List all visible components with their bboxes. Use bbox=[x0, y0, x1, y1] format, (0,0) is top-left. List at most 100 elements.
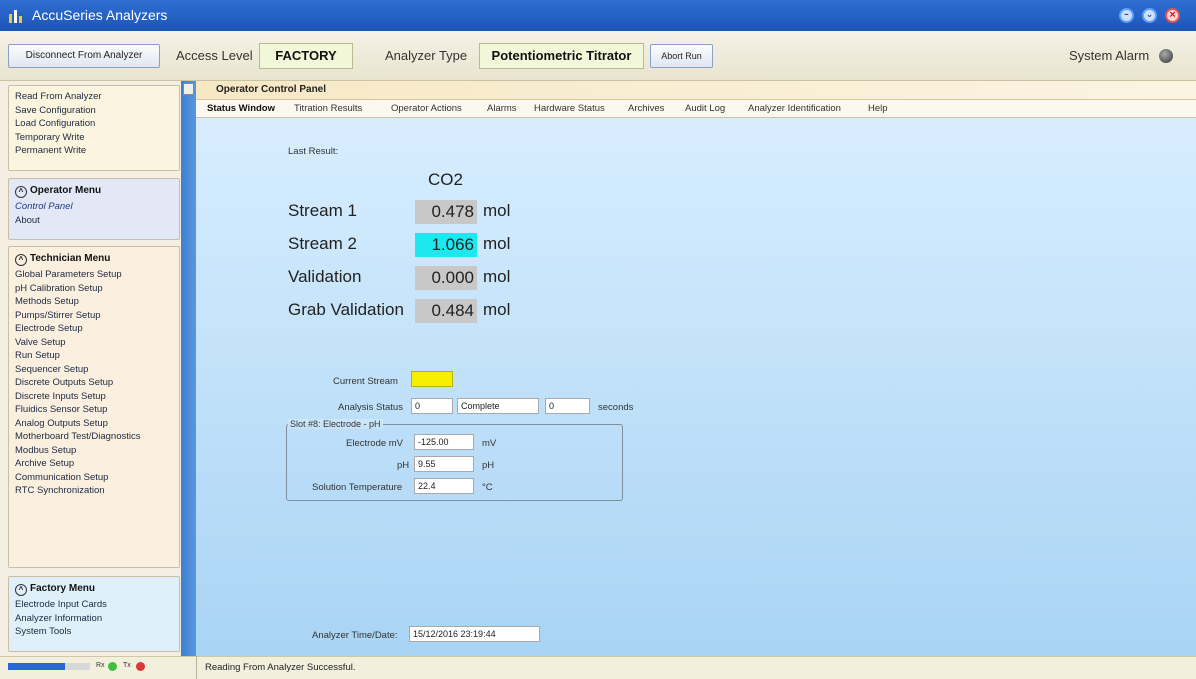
tab-audit-log[interactable]: Audit Log bbox=[685, 103, 725, 114]
rx-label: Rx bbox=[96, 662, 105, 669]
sidebar-item-pumps-stirrer-setup[interactable]: Pumps/Stirrer Setup bbox=[15, 309, 173, 323]
sidebar-item-global-parameters-setup[interactable]: Global Parameters Setup bbox=[15, 268, 173, 282]
sidebar-item-analyzer-information[interactable]: Analyzer Information bbox=[15, 612, 173, 626]
sidebar-item-modbus-setup[interactable]: Modbus Setup bbox=[15, 444, 173, 458]
tab-status-window[interactable]: Status Window bbox=[207, 103, 275, 114]
main-content bbox=[196, 81, 1196, 656]
tab-help[interactable]: Help bbox=[868, 103, 888, 114]
result-unit: mol bbox=[483, 267, 511, 286]
sidebar-item-archive-setup[interactable]: Archive Setup bbox=[15, 457, 173, 471]
sidebar-item-sequencer-setup[interactable]: Sequencer Setup bbox=[15, 363, 173, 377]
disconnect-button[interactable]: Disconnect From Analyzer bbox=[8, 44, 160, 68]
sidebar-item-control-panel[interactable]: Control Panel bbox=[15, 200, 173, 214]
access-level-value: FACTORY bbox=[259, 43, 353, 69]
tx-label: Tx bbox=[123, 662, 131, 669]
tab-operator-actions[interactable]: Operator Actions bbox=[391, 103, 462, 114]
collapse-chevron-icon[interactable]: ^ bbox=[15, 254, 27, 266]
tab-archives[interactable]: Archives bbox=[628, 103, 664, 114]
sidebar-item-discrete-outputs-setup[interactable]: Discrete Outputs Setup bbox=[15, 376, 173, 390]
sidebar-item-permanent-write[interactable]: Permanent Write bbox=[15, 144, 173, 158]
sidebar-scrollbar[interactable] bbox=[181, 81, 196, 656]
analysis-status-label: Analysis Status bbox=[338, 402, 403, 413]
maximize-button[interactable]: ⌄ bbox=[1142, 8, 1157, 23]
sidebar-item-valve-setup[interactable]: Valve Setup bbox=[15, 336, 173, 350]
rx-indicator-icon bbox=[108, 662, 117, 671]
sidebar-item-system-tools[interactable]: System Tools bbox=[15, 625, 173, 639]
analysis-seconds-field[interactable]: 0 bbox=[545, 398, 590, 414]
electrode-mv-field[interactable]: -125.00 bbox=[414, 434, 474, 450]
abort-run-button[interactable]: Abort Run bbox=[650, 44, 713, 68]
tab-hardware-status[interactable]: Hardware Status bbox=[534, 103, 605, 114]
sidebar-item-fluidics-sensor-setup[interactable]: Fluidics Sensor Setup bbox=[15, 403, 173, 417]
analysis-status-text-field[interactable]: Complete bbox=[457, 398, 539, 414]
tab-analyzer-identification[interactable]: Analyzer Identification bbox=[748, 103, 841, 114]
sidebar-item-ph-calibration-setup[interactable]: pH Calibration Setup bbox=[15, 282, 173, 296]
last-result-label: Last Result: bbox=[288, 146, 339, 157]
file-actions-panel: Read From Analyzer Save Configuration Lo… bbox=[8, 85, 180, 171]
co2-column-header: CO2 bbox=[428, 170, 463, 189]
electrode-slot-group-title: Slot #8: Electrode - pH bbox=[288, 419, 383, 429]
tab-alarms[interactable]: Alarms bbox=[487, 103, 517, 114]
access-level-label: Access Level bbox=[176, 48, 253, 63]
sidebar-item-save-configuration[interactable]: Save Configuration bbox=[15, 104, 173, 118]
status-progress-bar bbox=[8, 663, 90, 670]
status-divider bbox=[196, 656, 197, 679]
sidebar-item-discrete-inputs-setup[interactable]: Discrete Inputs Setup bbox=[15, 390, 173, 404]
technician-menu-panel: ^ Technician Menu Global Parameters Setup… bbox=[8, 246, 180, 568]
tab-titration-results[interactable]: Titration Results bbox=[294, 103, 362, 114]
system-alarm-indicator-icon bbox=[1159, 49, 1173, 63]
sidebar-item-rtc-synchronization[interactable]: RTC Synchronization bbox=[15, 484, 173, 498]
ph-field[interactable]: 9.55 bbox=[414, 456, 474, 472]
technician-menu-header[interactable]: ^ Technician Menu bbox=[15, 251, 173, 267]
system-alarm-label: System Alarm bbox=[1069, 48, 1150, 63]
current-stream-indicator bbox=[411, 371, 453, 387]
sidebar-item-read-from-analyzer[interactable]: Read From Analyzer bbox=[15, 90, 173, 104]
result-value: 0.478 bbox=[415, 200, 477, 224]
collapse-chevron-icon[interactable]: ^ bbox=[15, 186, 27, 198]
result-name: Stream 1 bbox=[288, 201, 357, 220]
close-icon: × bbox=[1168, 10, 1177, 20]
top-toolbar: Disconnect From Analyzer Access Level FA… bbox=[0, 31, 1196, 81]
tab-bar: Status Window Titration Results Operator… bbox=[196, 100, 1196, 118]
sidebar-item-communication-setup[interactable]: Communication Setup bbox=[15, 471, 173, 485]
result-unit: mol bbox=[483, 300, 511, 319]
app-logo-icon bbox=[9, 10, 22, 23]
analyzer-time-label: Analyzer Time/Date: bbox=[312, 630, 398, 641]
app-title: AccuSeries Analyzers bbox=[32, 7, 168, 23]
sidebar-item-electrode-input-cards[interactable]: Electrode Input Cards bbox=[15, 598, 173, 612]
status-progress-fill bbox=[8, 663, 66, 670]
minimize-button[interactable]: – bbox=[1119, 8, 1134, 23]
analysis-status-code-field[interactable]: 0 bbox=[411, 398, 453, 414]
collapse-chevron-icon[interactable]: ^ bbox=[15, 584, 27, 596]
seconds-label: seconds bbox=[598, 402, 634, 413]
technician-menu-title: Technician Menu bbox=[30, 253, 111, 264]
scroll-up-icon[interactable] bbox=[183, 83, 194, 95]
result-unit: mol bbox=[483, 201, 511, 220]
sidebar-item-electrode-setup[interactable]: Electrode Setup bbox=[15, 322, 173, 336]
sidebar-item-methods-setup[interactable]: Methods Setup bbox=[15, 295, 173, 309]
analyzer-type-value: Potentiometric Titrator bbox=[479, 43, 644, 69]
result-name: Stream 2 bbox=[288, 234, 357, 253]
sidebar-item-analog-outputs-setup[interactable]: Analog Outputs Setup bbox=[15, 417, 173, 431]
sidebar-item-motherboard-test-diagnostics[interactable]: Motherboard Test/Diagnostics bbox=[15, 430, 173, 444]
factory-menu-header[interactable]: ^ Factory Menu bbox=[15, 581, 173, 597]
sidebar-item-temporary-write[interactable]: Temporary Write bbox=[15, 131, 173, 145]
status-message: Reading From Analyzer Successful. bbox=[205, 662, 356, 673]
result-value: 0.000 bbox=[415, 266, 477, 290]
sidebar-item-about[interactable]: About bbox=[15, 214, 173, 228]
panel-title: Operator Control Panel bbox=[196, 81, 1196, 100]
electrode-mv-label: Electrode mV bbox=[346, 438, 404, 449]
sidebar-item-run-setup[interactable]: Run Setup bbox=[15, 349, 173, 363]
operator-menu-header[interactable]: ^ Operator Menu bbox=[15, 183, 173, 199]
current-stream-label: Current Stream bbox=[333, 376, 398, 387]
operator-menu-panel: ^ Operator Menu Control Panel About bbox=[8, 178, 180, 240]
solution-temperature-field[interactable]: 22.4 bbox=[414, 478, 474, 494]
result-name: Validation bbox=[288, 267, 362, 286]
close-button[interactable]: × bbox=[1165, 8, 1180, 23]
ph-unit: pH bbox=[482, 460, 495, 471]
result-unit: mol bbox=[483, 234, 511, 253]
analyzer-time-field[interactable]: 15/12/2016 23:19:44 bbox=[409, 626, 540, 642]
electrode-mv-unit: mV bbox=[482, 438, 497, 449]
sidebar-item-load-configuration[interactable]: Load Configuration bbox=[15, 117, 173, 131]
tx-indicator-icon bbox=[136, 662, 145, 671]
